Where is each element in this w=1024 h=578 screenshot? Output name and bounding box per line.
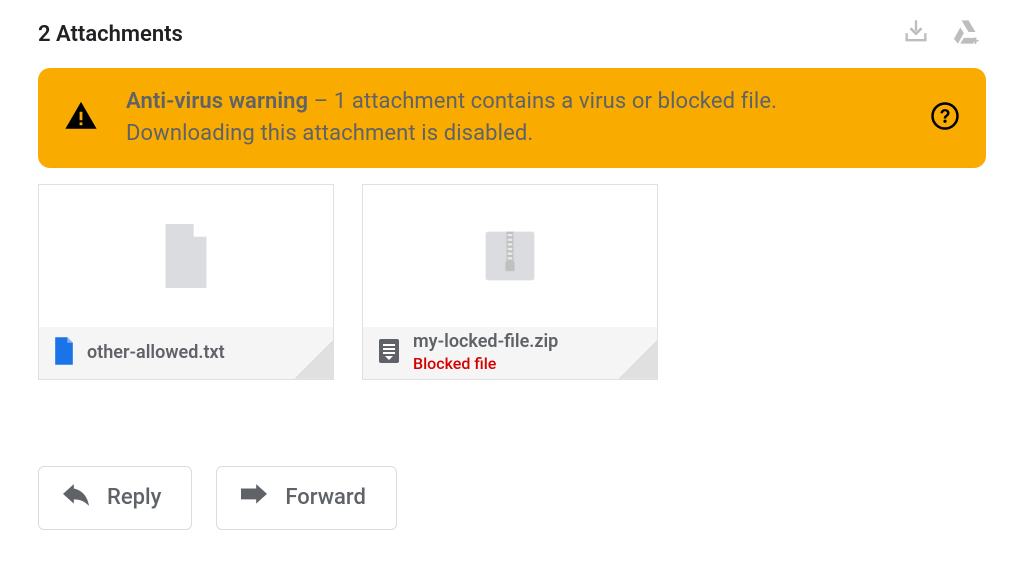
forward-icon [241, 484, 267, 512]
attachments-header: 2 Attachments + [38, 18, 986, 50]
warning-text: Anti-virus warning – 1 attachment contai… [126, 86, 902, 150]
attachment-tile[interactable]: other-allowed.txt [38, 184, 334, 380]
help-icon[interactable] [930, 101, 960, 135]
message-actions: Reply Forward [38, 466, 986, 530]
text-file-icon [53, 337, 75, 369]
forward-button[interactable]: Forward [216, 466, 397, 530]
attachment-preview [363, 185, 657, 327]
attachments-title: 2 Attachments [38, 22, 183, 47]
attachment-footer: my-locked-file.zip Blocked file [363, 327, 657, 379]
save-to-drive-icon[interactable]: + [950, 18, 980, 50]
attachment-preview [39, 185, 333, 327]
header-actions: + [902, 18, 986, 50]
reply-icon [63, 484, 89, 512]
blocked-status: Blocked file [413, 355, 558, 373]
warning-title: Anti-virus warning [126, 89, 308, 114]
forward-label: Forward [285, 485, 366, 510]
reply-label: Reply [107, 485, 161, 510]
fold-corner [619, 341, 657, 379]
attachment-tiles: other-allowed.txt [38, 184, 986, 380]
attachment-footer: other-allowed.txt [39, 327, 333, 379]
download-all-icon[interactable] [902, 18, 930, 50]
attachment-filename: my-locked-file.zip [413, 332, 558, 353]
attachment-filename: other-allowed.txt [87, 342, 225, 363]
attachment-tile[interactable]: my-locked-file.zip Blocked file [362, 184, 658, 380]
archive-file-icon [377, 337, 401, 369]
reply-button[interactable]: Reply [38, 466, 192, 530]
antivirus-warning-banner: Anti-virus warning – 1 attachment contai… [38, 68, 986, 168]
fold-corner [295, 341, 333, 379]
zip-icon [481, 227, 539, 285]
warning-separator: – [308, 89, 334, 114]
file-icon [160, 224, 212, 288]
warning-icon [64, 99, 98, 137]
svg-text:+: + [972, 34, 979, 46]
